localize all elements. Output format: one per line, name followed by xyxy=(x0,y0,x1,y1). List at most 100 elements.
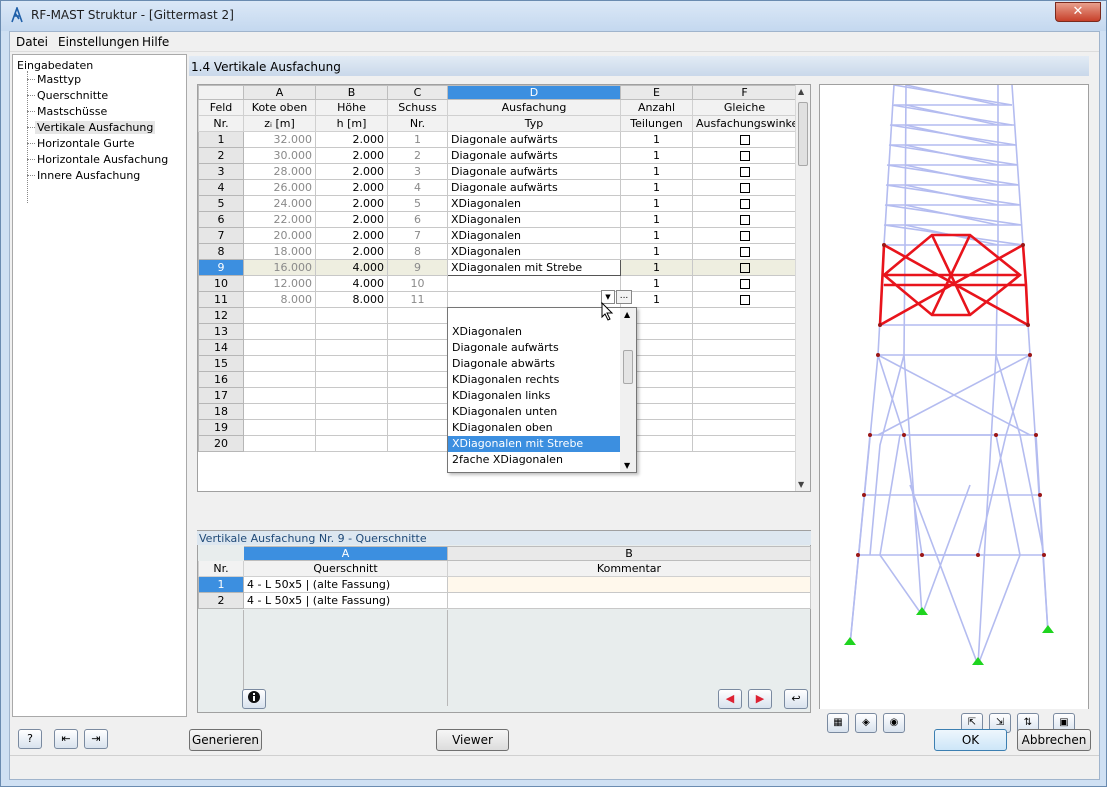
hoehe-cell[interactable]: 8.000 xyxy=(315,291,388,308)
col-letter-e[interactable]: E xyxy=(620,85,693,100)
row-number[interactable]: 3 xyxy=(198,163,244,180)
kote-cell[interactable]: 32.000 xyxy=(243,131,316,148)
menu-hilfe[interactable]: Hilfe xyxy=(142,35,169,49)
abbrechen-button[interactable]: Abbrechen xyxy=(1017,729,1091,751)
schuss-cell[interactable]: 1 xyxy=(387,131,448,148)
kote-cell[interactable] xyxy=(243,371,316,388)
gleiche-cell[interactable] xyxy=(692,291,797,308)
hoehe-cell[interactable] xyxy=(315,387,388,404)
querschnitt-cell[interactable]: 4 - L 50x5 | (alte Fassung) xyxy=(243,592,448,609)
row-number[interactable]: 1 xyxy=(198,131,244,148)
typ-cell[interactable]: XDiagonalen xyxy=(447,211,621,228)
row-number[interactable]: 19 xyxy=(198,419,244,436)
kote-cell[interactable] xyxy=(243,355,316,372)
schuss-cell[interactable]: 7 xyxy=(387,227,448,244)
schuss-cell[interactable] xyxy=(387,403,448,420)
row-number[interactable]: 5 xyxy=(198,195,244,212)
row-number[interactable]: 2 xyxy=(198,147,244,164)
row-number[interactable]: 7 xyxy=(198,227,244,244)
table-row[interactable]: 7 20.000 2.000 7 XDiagonalen 1 xyxy=(198,227,797,244)
typ-cell[interactable] xyxy=(447,291,621,308)
gleiche-cell[interactable] xyxy=(692,179,797,196)
tree-item-horizontale-ausfachung[interactable]: Horizontale Ausfachung xyxy=(37,153,168,166)
viewer-button[interactable]: Viewer xyxy=(436,729,509,751)
info-button[interactable] xyxy=(242,689,266,709)
hoehe-cell[interactable]: 2.000 xyxy=(315,211,388,228)
anzahl-cell[interactable]: 1 xyxy=(620,179,693,196)
close-button[interactable]: ✕ xyxy=(1055,2,1101,22)
gleiche-cell[interactable] xyxy=(692,275,797,292)
hoehe-cell[interactable]: 2.000 xyxy=(315,131,388,148)
typ-cell[interactable]: XDiagonalen xyxy=(447,243,621,260)
table-row[interactable]: 11 8.000 8.000 11 1 xyxy=(198,291,797,308)
mast-3d-view[interactable] xyxy=(819,84,1089,737)
generieren-button[interactable]: Generieren xyxy=(189,729,262,751)
schuss-cell[interactable]: 5 xyxy=(387,195,448,212)
col-letter-b[interactable]: B xyxy=(315,85,388,100)
hoehe-cell[interactable] xyxy=(315,355,388,372)
hoehe-cell[interactable] xyxy=(315,307,388,324)
table-row[interactable]: 1 32.000 2.000 1 Diagonale aufwärts 1 xyxy=(198,131,797,148)
row-number[interactable]: 8 xyxy=(198,243,244,260)
kote-cell[interactable] xyxy=(243,323,316,340)
hoehe-cell[interactable] xyxy=(315,371,388,388)
previous-button[interactable]: ◀ xyxy=(718,689,742,709)
next-button[interactable]: ▶ xyxy=(748,689,772,709)
menu-einstellungen[interactable]: Einstellungen xyxy=(58,35,139,49)
hoehe-cell[interactable] xyxy=(315,323,388,340)
kommentar-cell[interactable] xyxy=(447,576,811,593)
gleiche-cell[interactable] xyxy=(692,227,797,244)
view-model-button[interactable]: ◈ xyxy=(855,713,877,733)
gleiche-checkbox[interactable] xyxy=(739,199,750,209)
hoehe-cell[interactable]: 2.000 xyxy=(315,147,388,164)
schuss-cell[interactable] xyxy=(387,339,448,356)
hoehe-cell[interactable] xyxy=(315,339,388,356)
row-number[interactable]: 1 xyxy=(198,576,244,593)
col-letter-a[interactable]: A xyxy=(243,85,316,100)
tree-root[interactable]: Eingabedaten xyxy=(17,59,93,72)
anzahl-cell[interactable]: 1 xyxy=(620,163,693,180)
schuss-cell[interactable]: 6 xyxy=(387,211,448,228)
tree-item-innere-ausfachung[interactable]: Innere Ausfachung xyxy=(37,169,140,182)
gleiche-cell[interactable] xyxy=(692,163,797,180)
anzahl-cell[interactable]: 1 xyxy=(620,195,693,212)
row-number[interactable]: 20 xyxy=(198,435,244,452)
kote-cell[interactable]: 16.000 xyxy=(243,259,316,276)
gleiche-checkbox[interactable] xyxy=(739,231,750,241)
kote-cell[interactable] xyxy=(243,435,316,452)
row-number[interactable]: 18 xyxy=(198,403,244,420)
gleiche-cell[interactable] xyxy=(692,419,797,436)
tree-item-querschnitte[interactable]: Querschnitte xyxy=(37,89,108,102)
dropdown-scrollbar[interactable]: ▲ ▼ xyxy=(620,308,636,472)
gleiche-cell[interactable] xyxy=(692,435,797,452)
gleiche-cell[interactable] xyxy=(692,147,797,164)
gleiche-checkbox[interactable] xyxy=(739,151,750,161)
dropdown-option[interactable]: KDiagonalen rechts xyxy=(448,372,620,388)
row-number[interactable]: 6 xyxy=(198,211,244,228)
dropdown-option[interactable]: XDiagonalen xyxy=(448,324,620,340)
schuss-cell[interactable] xyxy=(387,307,448,324)
schuss-cell[interactable]: 10 xyxy=(387,275,448,292)
kote-cell[interactable]: 26.000 xyxy=(243,179,316,196)
kote-cell[interactable]: 22.000 xyxy=(243,211,316,228)
kote-cell[interactable] xyxy=(243,419,316,436)
dropdown-option[interactable] xyxy=(448,308,620,324)
row-number[interactable]: 14 xyxy=(198,339,244,356)
hoehe-cell[interactable] xyxy=(315,435,388,452)
menu-datei[interactable]: Datei xyxy=(16,35,48,49)
row-number[interactable]: 11 xyxy=(198,291,244,308)
schuss-cell[interactable] xyxy=(387,355,448,372)
querschnitt-cell[interactable]: 4 - L 50x5 | (alte Fassung) xyxy=(243,576,448,593)
table-row[interactable]: 6 22.000 2.000 6 XDiagonalen 1 xyxy=(198,211,797,228)
hoehe-cell[interactable]: 2.000 xyxy=(315,163,388,180)
schuss-cell[interactable]: 2 xyxy=(387,147,448,164)
gleiche-cell[interactable] xyxy=(692,307,797,324)
col-letter-d[interactable]: D xyxy=(447,85,621,100)
tree-item-masttyp[interactable]: Masttyp xyxy=(37,73,81,86)
dropdown-option[interactable]: Diagonale abwärts xyxy=(448,356,620,372)
hoehe-cell[interactable]: 2.000 xyxy=(315,195,388,212)
dropdown-option[interactable]: KDiagonalen links xyxy=(448,388,620,404)
typ-cell[interactable]: Diagonale aufwärts xyxy=(447,179,621,196)
gleiche-checkbox[interactable] xyxy=(739,215,750,225)
gleiche-cell[interactable] xyxy=(692,355,797,372)
